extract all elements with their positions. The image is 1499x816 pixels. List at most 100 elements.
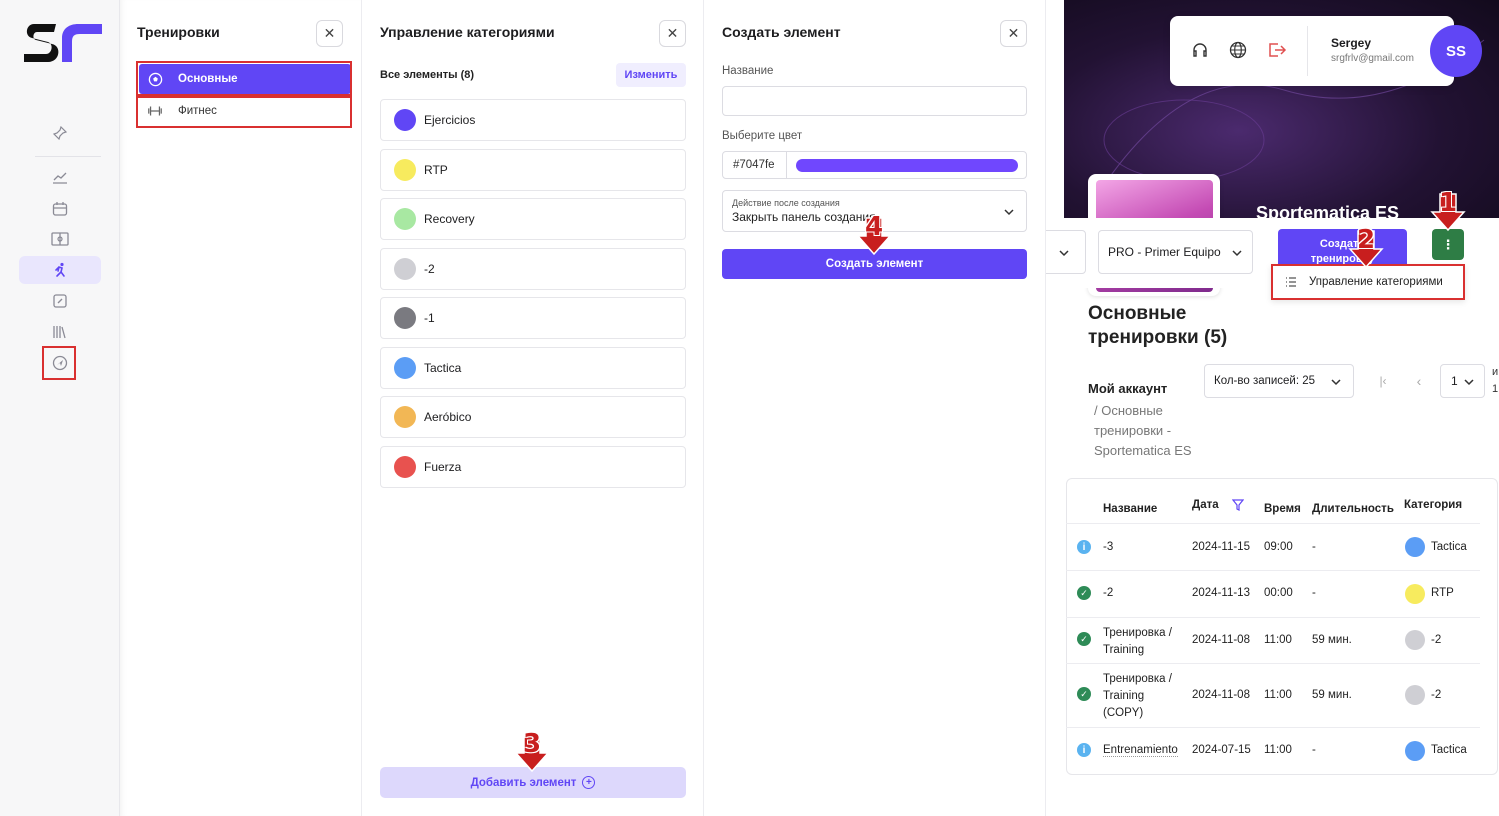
close-icon: ✕: [1007, 25, 1020, 41]
highlight-box-nav: [42, 346, 76, 380]
page-title: Основные тренировки (5): [1088, 303, 1228, 348]
filter-icon[interactable]: [1232, 499, 1244, 511]
category-dot: [1405, 685, 1425, 705]
running-icon[interactable]: [47, 257, 73, 283]
sr-logo: [24, 24, 102, 62]
step-number: 2: [1356, 225, 1376, 255]
cell-category: Tactica: [1431, 744, 1467, 756]
close-button[interactable]: ✕: [316, 20, 343, 47]
category-item[interactable]: -1: [380, 297, 686, 339]
step-marker-1: 1: [1428, 188, 1468, 236]
color-picker[interactable]: #7047fe: [722, 151, 1027, 179]
add-element-label: Добавить элемент: [470, 776, 577, 789]
cell-time: 11:00: [1264, 744, 1292, 756]
list-icon: [1286, 277, 1296, 287]
kebab-menu-icon: ⋮: [1441, 236, 1455, 252]
panel-title: Тренировки: [137, 24, 220, 40]
panel-title: Управление категориями: [380, 24, 555, 40]
analytics-icon[interactable]: [47, 164, 73, 190]
column-header-date[interactable]: Дата: [1192, 499, 1219, 511]
prev-select[interactable]: [1046, 230, 1086, 274]
chevron-down-icon: [1232, 250, 1242, 257]
color-dot: [394, 357, 416, 379]
color-hex-value: #7047fe: [723, 152, 787, 178]
category-item[interactable]: Fuerza: [380, 446, 686, 488]
category-item[interactable]: Recovery: [380, 198, 686, 240]
prev-page-button[interactable]: ‹: [1404, 364, 1434, 398]
cell-date: 2024-07-15: [1192, 744, 1251, 756]
trainings-panel: Тренировки ✕ Основные Фитнес: [120, 0, 362, 816]
cell-duration: -: [1312, 587, 1316, 599]
calendar-icon[interactable]: [47, 196, 73, 222]
cell-name: -3: [1103, 541, 1114, 553]
team-select[interactable]: PRO - Primer Equipo: [1098, 230, 1253, 274]
cell-duration: -: [1312, 541, 1316, 553]
pin-icon[interactable]: [47, 120, 73, 146]
globe-icon[interactable]: [1229, 41, 1247, 59]
cell-time: 09:00: [1264, 541, 1293, 553]
column-header-name[interactable]: Название: [1103, 503, 1157, 515]
category-name: -1: [424, 311, 435, 325]
field-icon[interactable]: [47, 226, 73, 252]
category-item[interactable]: -2: [380, 248, 686, 290]
step-number: 3: [522, 729, 542, 759]
create-training-button[interactable]: Создать тренировку: [1278, 229, 1407, 269]
category-item[interactable]: Tactica: [380, 347, 686, 389]
name-input[interactable]: [722, 86, 1027, 116]
step-marker-3: 3: [512, 729, 552, 777]
close-icon: ✕: [323, 25, 336, 41]
row-divider: [1066, 727, 1480, 728]
breadcrumb-root[interactable]: Мой аккаунт: [1088, 381, 1167, 396]
cell-date: 2024-11-08: [1192, 689, 1250, 701]
edit-note-icon[interactable]: [47, 288, 73, 314]
category-item[interactable]: Ejercicios: [380, 99, 686, 141]
category-item[interactable]: RTP: [380, 149, 686, 191]
category-dot: [1405, 584, 1425, 604]
row-divider: [1066, 617, 1480, 618]
library-icon[interactable]: [47, 319, 73, 345]
row-divider: [1066, 570, 1480, 571]
page-number: 1: [1451, 374, 1458, 388]
category-item[interactable]: Aeróbico: [380, 396, 686, 438]
chevron-left-icon: ‹: [1416, 373, 1422, 389]
edit-button[interactable]: Изменить: [616, 63, 686, 87]
step-marker-4: 4: [854, 212, 894, 260]
cell-time: 00:00: [1264, 587, 1293, 599]
row-divider: [1066, 663, 1480, 664]
step-marker-2: 2: [1346, 225, 1386, 273]
chevron-down-icon: [1331, 379, 1341, 386]
cell-date: 2024-11-15: [1192, 541, 1250, 553]
headset-icon[interactable]: [1192, 42, 1208, 58]
cell-category: -2: [1431, 689, 1442, 701]
logout-icon[interactable]: [1267, 41, 1287, 59]
step-number: 1: [1438, 188, 1458, 218]
category-name: RTP: [424, 163, 448, 177]
action-label: Действие после создания: [732, 198, 840, 208]
color-dot: [394, 258, 416, 280]
first-page-button[interactable]: |‹: [1368, 364, 1398, 398]
color-swatch[interactable]: [796, 158, 1018, 172]
plus-circle-icon: +: [582, 776, 596, 789]
info-icon: i: [1077, 743, 1091, 757]
chevron-down-icon: [1004, 209, 1014, 216]
close-button[interactable]: ✕: [659, 20, 686, 47]
rail-divider: [35, 156, 101, 157]
records-per-page-select[interactable]: Кол-во записей: 25: [1204, 364, 1354, 398]
cell-category: -2: [1431, 634, 1442, 646]
row-divider: [1066, 523, 1480, 524]
category-dot: [1405, 741, 1425, 761]
page-number-select[interactable]: 1: [1440, 364, 1485, 398]
column-header-category[interactable]: Категория: [1404, 499, 1462, 511]
header-divider: [1307, 26, 1308, 76]
highlight-box-fitness: [136, 96, 352, 128]
category-name: Aeróbico: [424, 410, 472, 424]
column-header-time[interactable]: Время: [1264, 503, 1301, 515]
column-header-duration[interactable]: Длительность: [1312, 503, 1394, 515]
manage-categories-item[interactable]: Управление категориями: [1309, 276, 1443, 288]
close-button[interactable]: ✕: [1000, 20, 1027, 47]
cell-duration: 59 мин.: [1312, 689, 1352, 701]
avatar[interactable]: SS: [1430, 25, 1482, 77]
cell-duration: -: [1312, 744, 1316, 756]
team-name: Sportematica ES: [1256, 203, 1400, 218]
cell-category: Tactica: [1431, 541, 1467, 553]
